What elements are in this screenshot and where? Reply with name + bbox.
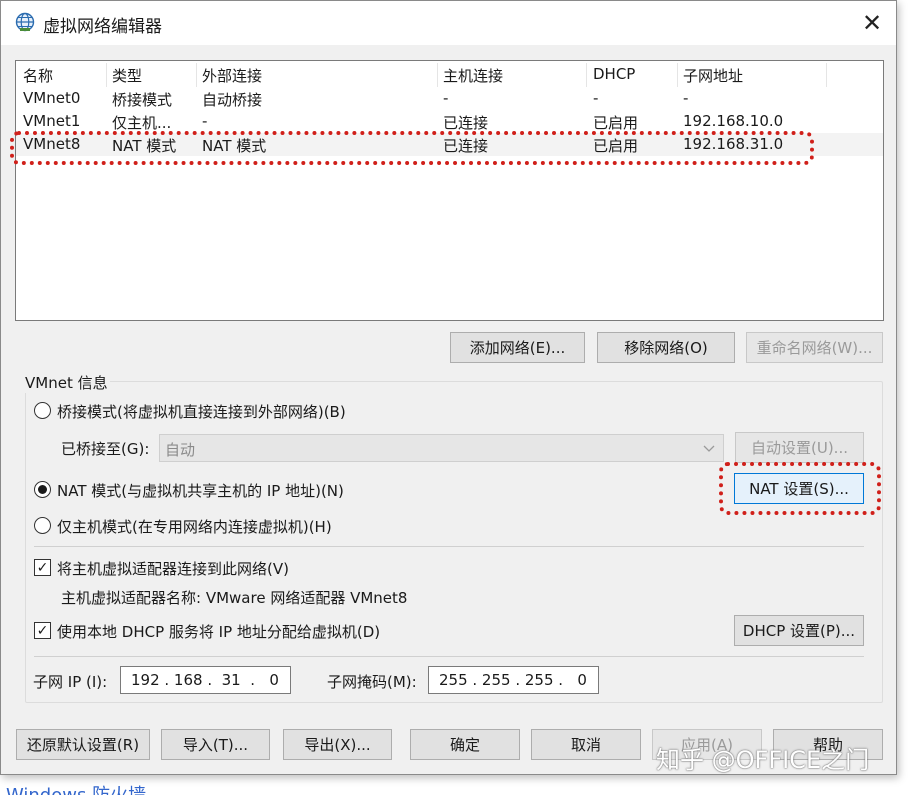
- nat-mode-label[interactable]: NAT 模式(与虚拟机共享主机的 IP 地址)(N): [57, 480, 344, 501]
- remove-network-button[interactable]: 移除网络(O): [597, 332, 735, 363]
- column-separator: [437, 63, 438, 87]
- adapter-name-text: 主机虚拟适配器名称: VMware 网络适配器 VMnet8: [61, 589, 408, 607]
- column-separator: [106, 63, 107, 87]
- column-header-type[interactable]: 类型: [112, 65, 142, 86]
- cell-type: 桥接模式: [112, 91, 173, 109]
- nat-button-highlight-annotation: [719, 462, 881, 515]
- virtual-network-editor-window: 虚拟网络编辑器 ✕ 名称 类型 外部连接 主机连接 DHCP 子网地址 VMne…: [0, 0, 897, 775]
- subnet-ip-input[interactable]: 192 . 168 . 31 . 0: [120, 666, 291, 694]
- divider: [34, 656, 864, 657]
- table-row[interactable]: VMnet0 桥接模式 自动桥接 - - -: [16, 87, 883, 110]
- bridged-to-select[interactable]: 自动: [159, 434, 724, 462]
- auto-settings-button[interactable]: 自动设置(U)...: [735, 432, 864, 463]
- list-header: 名称 类型 外部连接 主机连接 DHCP 子网地址: [16, 63, 883, 87]
- subnet-ip-label: 子网 IP (I):: [33, 673, 108, 691]
- bridged-to-label: 已桥接至(G):: [61, 440, 150, 458]
- column-header-host[interactable]: 主机连接: [443, 65, 503, 86]
- cell-dhcp: 已启用: [593, 114, 639, 132]
- divider: [34, 546, 864, 547]
- checkmark-icon: ✓: [36, 622, 49, 639]
- globe-icon: [15, 12, 35, 32]
- column-separator: [586, 63, 587, 87]
- cell-name: VMnet1: [23, 112, 81, 130]
- cell-external: -: [202, 112, 208, 130]
- nat-mode-radio[interactable]: [34, 481, 51, 498]
- cell-type: 仅主机...: [112, 114, 172, 132]
- cell-name: VMnet0: [23, 89, 81, 107]
- network-list[interactable]: 名称 类型 外部连接 主机连接 DHCP 子网地址 VMnet0 桥接模式 自动…: [15, 60, 884, 321]
- checkmark-icon: ✓: [36, 559, 49, 576]
- row-highlight-annotation: [10, 131, 814, 165]
- bridged-mode-radio[interactable]: [34, 402, 51, 419]
- dhcp-settings-button[interactable]: DHCP 设置(P)...: [734, 615, 864, 646]
- ok-button[interactable]: 确定: [410, 729, 520, 760]
- subnet-mask-input[interactable]: 255 . 255 . 255 . 0: [428, 666, 599, 694]
- vmnet-info-group: [25, 381, 883, 703]
- export-button[interactable]: 导出(X)...: [283, 729, 392, 760]
- cell-host: -: [443, 89, 449, 107]
- cell-host: 已连接: [443, 114, 489, 132]
- column-header-subnet[interactable]: 子网地址: [683, 65, 743, 86]
- bridged-to-value: 自动: [165, 441, 196, 459]
- bridged-mode-label[interactable]: 桥接模式(将虚拟机直接连接到外部网络)(B): [57, 401, 346, 422]
- column-separator: [677, 63, 678, 87]
- host-only-label[interactable]: 仅主机模式(在专用网络内连接虚拟机)(H): [57, 516, 332, 537]
- cancel-button[interactable]: 取消: [531, 729, 641, 760]
- title-bar: 虚拟网络编辑器 ✕: [1, 1, 896, 45]
- cell-external: 自动桥接: [202, 91, 263, 109]
- close-icon: ✕: [861, 9, 883, 37]
- restore-defaults-button[interactable]: 还原默认设置(R): [16, 729, 150, 760]
- dhcp-checkbox[interactable]: ✓: [34, 622, 51, 639]
- column-separator: [826, 63, 827, 87]
- subnet-mask-label: 子网掩码(M):: [327, 673, 417, 691]
- connect-adapter-checkbox[interactable]: ✓: [34, 559, 51, 576]
- chevron-down-icon: [703, 438, 715, 462]
- add-network-button[interactable]: 添加网络(E)...: [450, 332, 585, 363]
- close-button[interactable]: ✕: [848, 1, 896, 45]
- column-header-name[interactable]: 名称: [23, 65, 53, 86]
- watermark: 知乎 @OFFICE之门: [656, 746, 870, 774]
- background-window-text: Windows 防火墙: [6, 781, 146, 795]
- column-separator: [196, 63, 197, 87]
- cell-dhcp: -: [593, 89, 599, 107]
- cell-subnet: -: [683, 89, 689, 107]
- host-only-radio[interactable]: [34, 517, 51, 534]
- column-header-dhcp[interactable]: DHCP: [593, 65, 635, 83]
- column-header-external[interactable]: 外部连接: [202, 65, 262, 86]
- rename-network-button[interactable]: 重命名网络(W)...: [746, 332, 883, 363]
- vmnet-info-title: VMnet 信息: [23, 372, 110, 393]
- connect-adapter-label[interactable]: 将主机虚拟适配器连接到此网络(V): [57, 558, 289, 579]
- dhcp-label[interactable]: 使用本地 DHCP 服务将 IP 地址分配给虚拟机(D): [57, 621, 380, 642]
- import-button[interactable]: 导入(T)...: [161, 729, 270, 760]
- table-row[interactable]: VMnet1 仅主机... - 已连接 已启用 192.168.10.0: [16, 110, 883, 133]
- cell-subnet: 192.168.10.0: [683, 112, 784, 130]
- window-title: 虚拟网络编辑器: [43, 17, 162, 37]
